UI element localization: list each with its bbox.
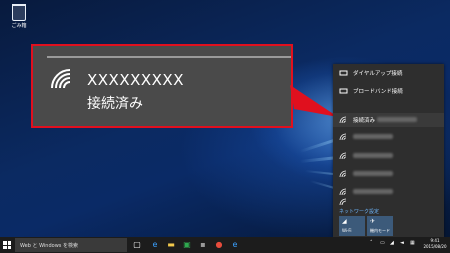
network-item[interactable] xyxy=(333,149,444,163)
callout-ssid: XXXXXXXXX xyxy=(87,71,184,89)
redacted-ssid xyxy=(377,117,417,122)
start-button[interactable] xyxy=(3,241,11,249)
network-item-status: 接続済み xyxy=(353,118,376,124)
recycle-bin-label: ごみ箱 xyxy=(11,23,27,29)
taskbar-clock[interactable]: 9:41 2015/08/20 xyxy=(421,238,449,250)
broadband-icon xyxy=(339,88,348,94)
wifi-icon xyxy=(339,152,347,160)
network-item-broadband[interactable]: ブロードバンド接続 xyxy=(333,84,444,98)
wifi-icon xyxy=(339,133,347,141)
network-item[interactable] xyxy=(333,185,444,199)
wifi-icon xyxy=(339,188,347,196)
network-item[interactable] xyxy=(333,130,444,144)
network-item-connected[interactable]: 接続済み xyxy=(333,113,444,127)
chevron-up-icon[interactable]: ˄ xyxy=(370,240,373,246)
redacted-ssid xyxy=(353,171,393,176)
tile-label: Wi-Fi xyxy=(342,228,352,233)
airplane-mode-tile[interactable]: ✈ 機内モード xyxy=(367,216,393,236)
wifi-icon xyxy=(339,198,347,206)
taskbar-search-box[interactable]: Web と Windows を検索 xyxy=(15,238,127,252)
network-item[interactable] xyxy=(333,198,444,206)
task-view-icon[interactable]: ▢ xyxy=(132,240,142,250)
volume-icon[interactable]: ◄ xyxy=(400,240,404,246)
recycle-bin-shortcut[interactable]: ごみ箱 xyxy=(8,4,30,29)
chrome-icon[interactable]: ● xyxy=(214,240,224,250)
clock-date: 2015/08/20 xyxy=(423,244,447,249)
wifi-icon: ◢ xyxy=(342,218,347,225)
file-explorer-icon[interactable]: ▬ xyxy=(166,240,176,250)
pointer-arrow xyxy=(290,85,338,117)
network-tray-icon[interactable]: ◢ xyxy=(390,240,394,246)
battery-icon[interactable]: ▭ xyxy=(380,240,385,246)
wifi-icon xyxy=(339,116,347,124)
tile-label: 機内モード xyxy=(370,228,390,233)
zoom-callout: XXXXXXXXX 接続済み xyxy=(31,44,293,128)
keyboard-icon[interactable]: ▦ xyxy=(410,240,415,246)
ie-icon[interactable]: e xyxy=(230,240,240,250)
wifi-icon xyxy=(339,170,347,178)
network-item-label: ダイヤルアップ接続 xyxy=(353,71,403,77)
edge-icon[interactable]: e xyxy=(150,240,160,250)
taskbar: Web と Windows を検索 ▢ e ▬ ▣ ▪ ● e ˄ ▭ ◢ ◄ … xyxy=(0,237,450,253)
redacted-ssid xyxy=(353,153,393,158)
network-item-dialup[interactable]: ダイヤルアップ接続 xyxy=(333,66,444,80)
redacted-ssid xyxy=(353,134,393,139)
airplane-icon: ✈ xyxy=(370,218,376,225)
store-icon[interactable]: ▣ xyxy=(182,240,192,250)
app-icon[interactable]: ▪ xyxy=(198,240,208,250)
recycle-bin-icon xyxy=(12,4,26,21)
wifi-icon xyxy=(51,69,71,89)
network-item[interactable] xyxy=(333,167,444,181)
callout-status: 接続済み xyxy=(87,96,143,112)
wifi-toggle-tile[interactable]: ◢ Wi-Fi xyxy=(339,216,365,236)
network-settings-link[interactable]: ネットワーク設定 xyxy=(339,208,379,215)
callout-divider xyxy=(47,56,291,58)
dialup-icon xyxy=(339,70,348,76)
network-flyout: ダイヤルアップ接続 ブロードバンド接続 接続済み ネットワーク設定 ◢ Wi-F… xyxy=(333,64,444,237)
redacted-ssid xyxy=(353,189,393,194)
network-item-label: ブロードバンド接続 xyxy=(353,89,403,95)
search-placeholder: Web と Windows を検索 xyxy=(20,243,78,249)
